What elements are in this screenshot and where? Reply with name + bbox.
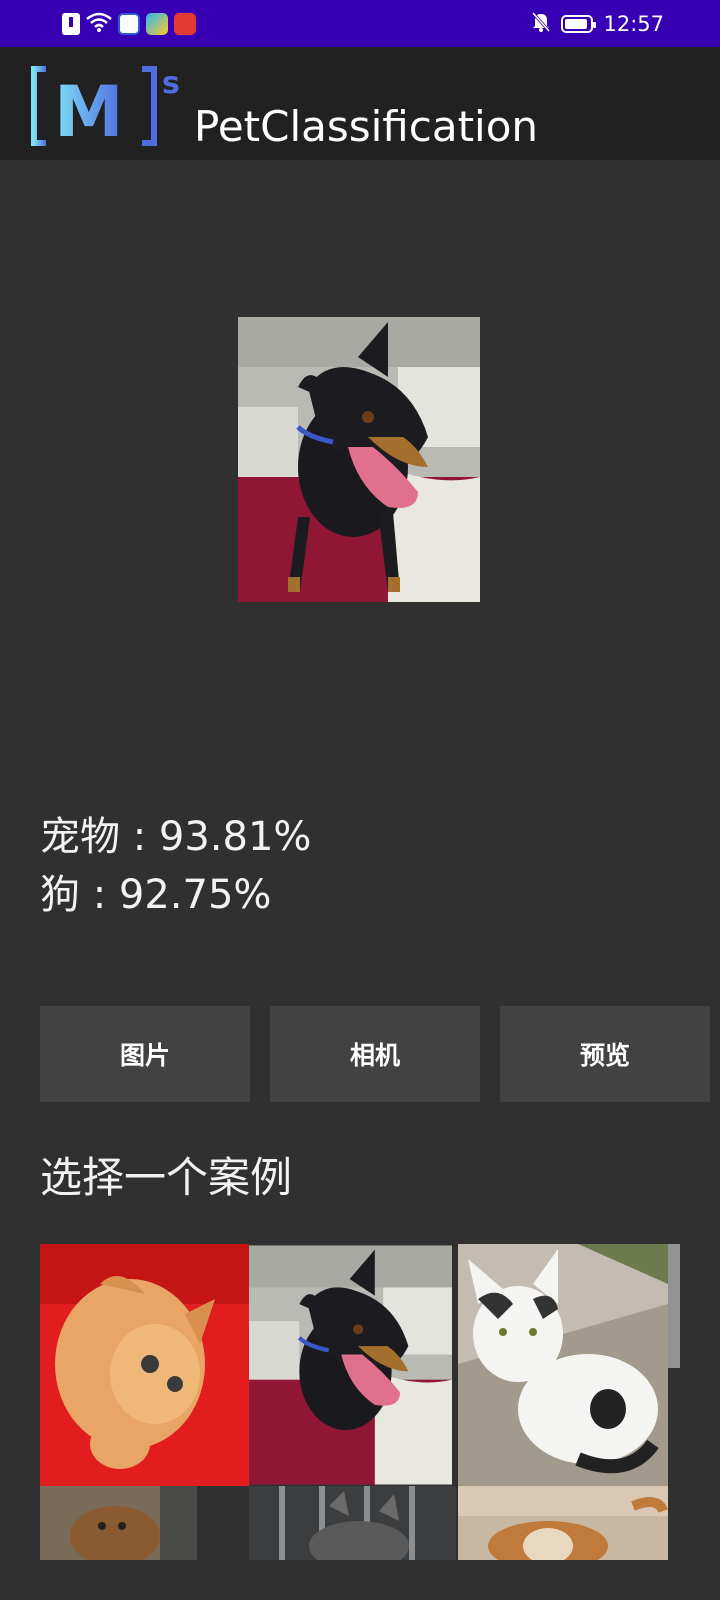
status-right-icons: 12:57 (531, 10, 664, 38)
wifi-icon (86, 11, 112, 37)
logo-m-text: M (54, 71, 124, 151)
result-pet: 宠物 : 93.81% (40, 814, 312, 860)
browser-app-icon (146, 13, 168, 35)
app-bar: M s PetClassification (0, 47, 720, 160)
redbook-app-icon (174, 13, 196, 35)
scrollbar[interactable] (668, 1244, 680, 1368)
example-thumb-dog-beagle[interactable] (458, 1486, 668, 1560)
image-button[interactable]: 图片 (40, 1006, 250, 1102)
svg-text:s: s (162, 66, 180, 101)
classification-results: 宠物 : 93.81% 狗 : 92.75% (40, 808, 311, 924)
example-thumb-dog-pinscher[interactable] (249, 1244, 452, 1486)
preview-button[interactable]: 预览 (500, 1006, 710, 1102)
camera-button[interactable]: 相机 (270, 1006, 480, 1102)
bell-off-icon (531, 11, 551, 37)
example-thumb-cat-orange[interactable] (40, 1244, 249, 1486)
app-title: PetClassification (194, 102, 539, 151)
analyzed-pet-image (238, 317, 480, 602)
examples-title: 选择一个案例 (40, 1153, 293, 1202)
status-bar: 12:57 (0, 0, 720, 47)
example-thumb-cat-white[interactable] (458, 1244, 668, 1486)
result-dog: 狗 : 92.75% (40, 872, 272, 918)
status-left-icons (62, 12, 196, 36)
app-logo: M s (31, 66, 180, 151)
baidu-app-icon (118, 13, 140, 35)
notification-icon (62, 13, 80, 35)
example-thumb-dog-cage[interactable] (40, 1486, 197, 1560)
clock: 12:57 (603, 12, 664, 36)
battery-icon (561, 15, 597, 33)
example-thumb-cat-cage[interactable] (249, 1486, 456, 1560)
